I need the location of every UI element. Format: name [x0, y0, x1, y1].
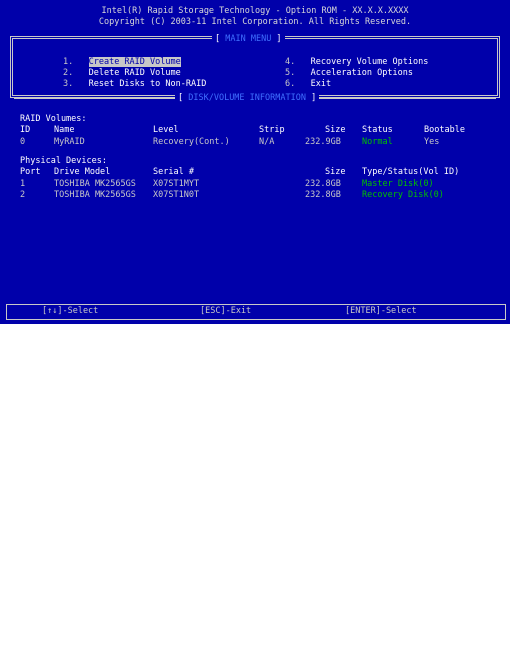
header-title: Intel(R) Rapid Storage Technology - Opti… — [101, 6, 409, 16]
menu-item-label: Create RAID Volume — [88, 57, 181, 67]
menu-item-exit[interactable]: 6. Exit — [285, 79, 331, 89]
footer-select-hint: [↑↓]-Select — [42, 306, 99, 316]
menu-item-number: 6. — [285, 79, 296, 89]
menu-item-number: 5. — [285, 68, 296, 78]
menu-item-number: 1. — [63, 57, 74, 67]
vol-header-name: Name — [54, 125, 75, 135]
vol-cell-status: Normal — [362, 137, 393, 147]
vol-cell-size: 232.9GB — [305, 137, 341, 147]
menu-item-label: Delete RAID Volume — [88, 68, 181, 78]
bios-screen: Intel(R) Rapid Storage Technology - Opti… — [0, 0, 510, 324]
dev-header-serial: Serial # — [153, 167, 194, 177]
disk-info-title: [ DISK/VOLUME INFORMATION ] — [175, 93, 320, 103]
menu-item-label: Acceleration Options — [310, 68, 413, 78]
menu-item-delete-raid[interactable]: 2. Delete RAID Volume — [63, 68, 181, 78]
menu-item-reset-disks[interactable]: 3. Reset Disks to Non-RAID — [63, 79, 206, 89]
footer-exit-hint: [ESC]-Exit — [200, 306, 252, 316]
dev-cell-model: TOSHIBA MK2565GS — [54, 190, 136, 200]
menu-item-recovery-volume[interactable]: 4. Recovery Volume Options — [285, 57, 428, 67]
dev-cell-model: TOSHIBA MK2565GS — [54, 179, 136, 189]
dev-cell-serial: X07ST1MYT — [153, 179, 200, 189]
vol-cell-bootable: Yes — [424, 137, 440, 147]
dev-cell-size: 232.8GB — [305, 179, 341, 189]
vol-header-level: Level — [153, 125, 179, 135]
dev-cell-port: 1 — [20, 179, 26, 189]
dev-cell-serial: X07ST1N0T — [153, 190, 200, 200]
menu-item-create-raid[interactable]: 1. Create RAID Volume — [63, 57, 181, 67]
raid-volumes-label: RAID Volumes: — [20, 114, 87, 124]
menu-item-number: 3. — [63, 79, 74, 89]
main-menu-title: [ MAIN MENU ] — [212, 34, 285, 44]
vol-cell-id: 0 — [20, 137, 26, 147]
vol-cell-strip: N/A — [259, 137, 275, 147]
menu-item-label: Reset Disks to Non-RAID — [88, 79, 207, 89]
vol-header-status: Status — [362, 125, 393, 135]
dev-header-port: Port — [20, 167, 41, 177]
menu-item-acceleration[interactable]: 5. Acceleration Options — [285, 68, 413, 78]
vol-cell-level: Recovery(Cont.) — [153, 137, 230, 147]
menu-item-label: Recovery Volume Options — [310, 57, 429, 67]
menu-item-label: Exit — [310, 79, 332, 89]
dev-header-size: Size — [325, 167, 346, 177]
vol-header-strip: Strip — [259, 125, 285, 135]
physical-devices-label: Physical Devices: — [20, 156, 107, 166]
header-copyright: Copyright (C) 2003-11 Intel Corporation.… — [98, 17, 412, 27]
dev-cell-type-status: Recovery Disk(0) — [362, 190, 444, 200]
vol-header-id: ID — [20, 125, 31, 135]
menu-item-number: 4. — [285, 57, 296, 67]
vol-cell-name: MyRAID — [54, 137, 85, 147]
dev-cell-size: 232.8GB — [305, 190, 341, 200]
dev-cell-type-status: Master Disk(0) — [362, 179, 434, 189]
vol-header-bootable: Bootable — [424, 125, 465, 135]
vol-header-size: Size — [325, 125, 346, 135]
footer-enter-hint: [ENTER]-Select — [345, 306, 417, 316]
dev-header-type-status: Type/Status(Vol ID) — [362, 167, 460, 177]
dev-header-model: Drive Model — [54, 167, 111, 177]
menu-item-number: 2. — [63, 68, 74, 78]
dev-cell-port: 2 — [20, 190, 26, 200]
